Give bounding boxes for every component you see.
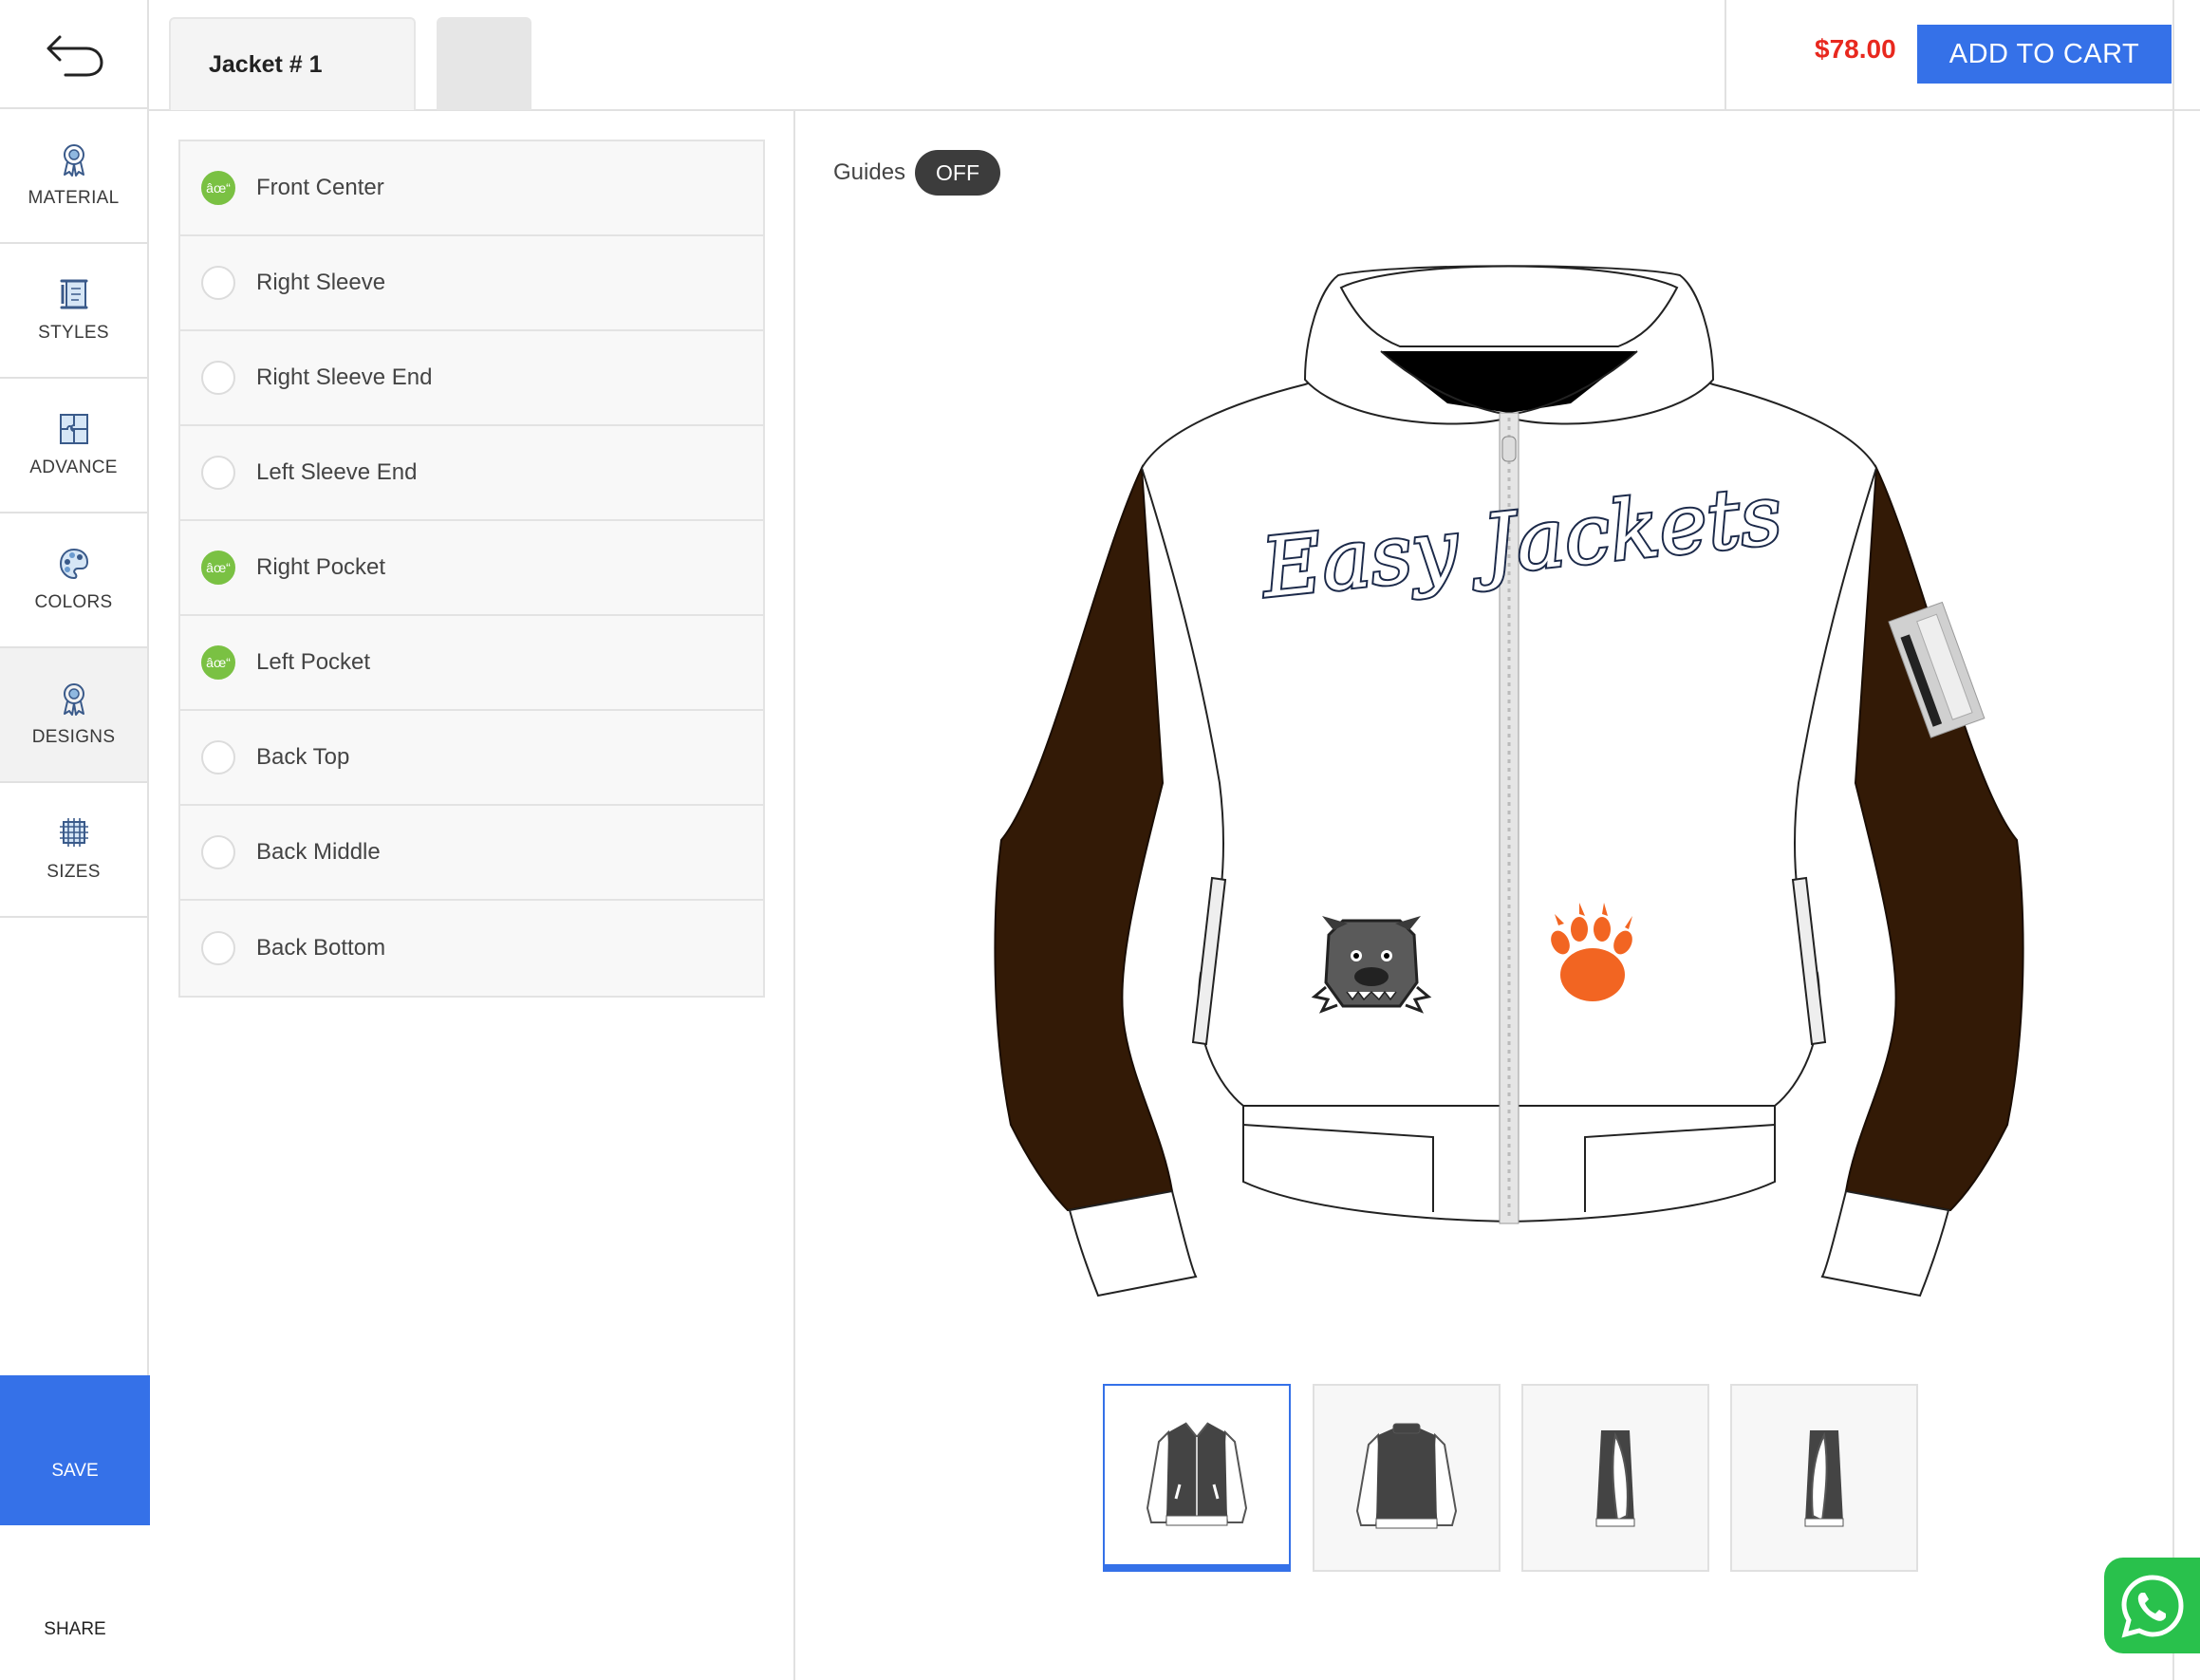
radio-button[interactable] xyxy=(201,740,235,775)
position-label: Right Pocket xyxy=(256,554,386,580)
radio-button[interactable] xyxy=(201,835,235,869)
thumbnail-right-side[interactable] xyxy=(1730,1384,1918,1572)
position-label: Right Sleeve End xyxy=(256,364,433,390)
guides-label: Guides xyxy=(833,159,906,185)
tab-jacket-1[interactable]: Jacket # 1 xyxy=(169,17,416,110)
check-icon[interactable]: âœ“ xyxy=(201,551,235,585)
right-sleeve[interactable] xyxy=(1844,464,2024,1212)
jacket-left-side-icon xyxy=(1595,1430,1635,1527)
thumbnail-front[interactable] xyxy=(1103,1384,1291,1572)
position-item-back-top[interactable]: Back Top xyxy=(180,711,763,806)
check-icon[interactable]: âœ“ xyxy=(201,171,235,205)
jacket-right-side-icon xyxy=(1804,1430,1844,1527)
sidebar-item-label: MATERIAL xyxy=(28,188,120,208)
divider xyxy=(2172,0,2174,1680)
palette-icon xyxy=(59,548,88,580)
sidebar: MATERIAL STYLES ADVANCE COLORS DESIGNS S… xyxy=(0,0,150,1680)
back-arrow-icon xyxy=(47,35,103,76)
position-item-left-pocket[interactable]: âœ“ Left Pocket xyxy=(180,616,763,711)
position-item-right-pocket[interactable]: âœ“ Right Pocket xyxy=(180,521,763,616)
position-label: Back Middle xyxy=(256,839,381,865)
sidebar-item-label: DESIGNS xyxy=(31,727,116,747)
left-cuff[interactable] xyxy=(1068,1189,1198,1297)
share-button[interactable]: SHARE xyxy=(0,1525,150,1680)
jacket-front-icon xyxy=(1146,1422,1248,1526)
position-label: Back Bottom xyxy=(256,935,386,961)
design-positions-panel: âœ“ Front Center Right Sleeve Right Slee… xyxy=(149,111,795,1680)
position-label: Front Center xyxy=(256,175,384,200)
position-label: Right Sleeve xyxy=(256,270,386,295)
grid-icon xyxy=(59,818,88,847)
add-to-cart-button[interactable]: ADD TO CART xyxy=(1917,25,2172,84)
radio-button[interactable] xyxy=(201,931,235,965)
sidebar-item-styles[interactable]: STYLES xyxy=(0,244,147,379)
right-cuff[interactable] xyxy=(1820,1189,1950,1297)
divider xyxy=(1725,0,1726,109)
jacket-preview: Easy Jackets xyxy=(994,265,2024,1297)
sidebar-item-designs[interactable]: DESIGNS xyxy=(0,648,147,783)
position-label: Left Sleeve End xyxy=(256,459,418,485)
back-button[interactable] xyxy=(0,0,149,109)
radio-button[interactable] xyxy=(201,361,235,395)
thumbnail-back[interactable] xyxy=(1313,1384,1501,1572)
left-sleeve[interactable] xyxy=(994,464,1174,1212)
position-item-front-center[interactable]: âœ“ Front Center xyxy=(180,141,763,236)
thumbnail-left-side[interactable] xyxy=(1521,1384,1709,1572)
scroll-icon xyxy=(60,279,87,309)
jacket-back-icon xyxy=(1355,1423,1458,1529)
whatsapp-icon xyxy=(2120,1574,2184,1638)
position-item-left-sleeve-end[interactable]: Left Sleeve End xyxy=(180,426,763,521)
sidebar-item-sizes[interactable]: SIZES xyxy=(0,783,147,918)
sidebar-item-material[interactable]: MATERIAL xyxy=(0,109,147,244)
add-tab-button[interactable] xyxy=(437,17,531,110)
sidebar-item-colors[interactable]: COLORS xyxy=(0,513,147,648)
position-item-back-middle[interactable]: Back Middle xyxy=(180,806,763,901)
sidebar-item-label: ADVANCE xyxy=(29,457,118,477)
sidebar-item-label: STYLES xyxy=(38,323,109,343)
check-icon[interactable]: âœ“ xyxy=(201,645,235,680)
sidebar-item-advance[interactable]: ADVANCE xyxy=(0,379,147,513)
whatsapp-button[interactable] xyxy=(2104,1558,2200,1653)
guides-toggle[interactable]: OFF xyxy=(915,150,1000,196)
radio-button[interactable] xyxy=(201,456,235,490)
sidebar-item-label: SIZES xyxy=(47,862,101,882)
position-item-back-bottom[interactable]: Back Bottom xyxy=(180,901,763,996)
position-label: Left Pocket xyxy=(256,649,371,675)
position-item-right-sleeve-end[interactable]: Right Sleeve End xyxy=(180,331,763,426)
ribbon-icon xyxy=(63,683,84,716)
ribbon-icon xyxy=(63,144,84,177)
radio-button[interactable] xyxy=(201,266,235,300)
top-bar: Jacket # 1 $78.00 ADD TO CART xyxy=(149,0,2200,111)
sidebar-item-label: COLORS xyxy=(34,592,113,612)
puzzle-icon xyxy=(59,414,88,444)
position-label: Back Top xyxy=(256,744,350,770)
price-label: $78.00 xyxy=(1815,34,1896,64)
position-item-right-sleeve[interactable]: Right Sleeve xyxy=(180,236,763,331)
position-list: âœ“ Front Center Right Sleeve Right Slee… xyxy=(178,140,765,998)
save-button[interactable]: SAVE xyxy=(0,1375,150,1525)
